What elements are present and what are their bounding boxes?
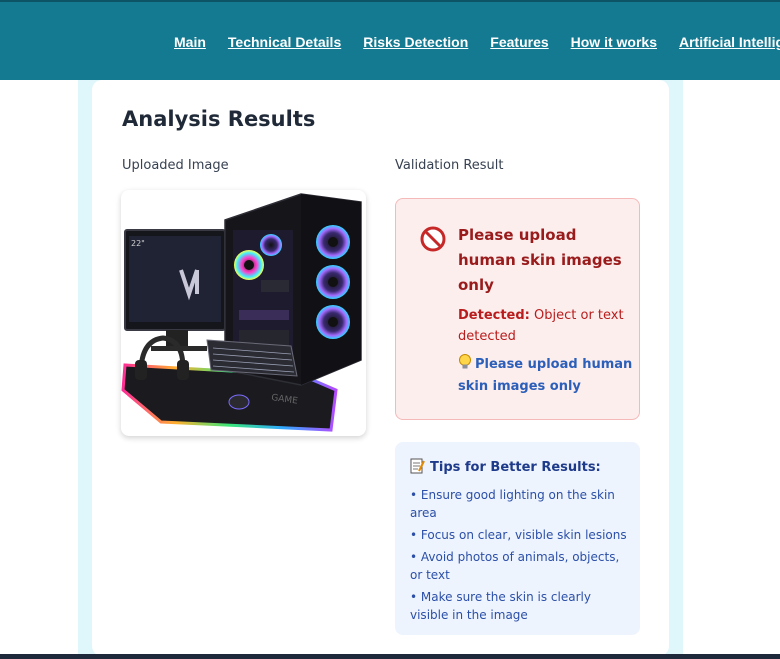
nav-link-artificial-intelligence[interactable]: Artificial Intelligence	[679, 34, 780, 50]
tip-item: • Avoid photos of animals, objects, or t…	[410, 550, 620, 582]
upload-hint: Please upload human skin images only	[458, 354, 633, 398]
nav-link-main[interactable]: Main	[174, 34, 206, 50]
top-nav-bar: Main Technical Details Risks Detection F…	[0, 0, 780, 80]
validation-error-message: Please upload human skin images only	[458, 226, 622, 294]
nav-link-risks-detection[interactable]: Risks Detection	[363, 34, 468, 50]
results-title: Analysis Results	[122, 107, 316, 131]
memo-icon	[410, 458, 425, 474]
tips-heading: Tips for Better Results:	[410, 458, 601, 475]
tips-title: Tips for Better Results:	[430, 460, 601, 475]
nav-link-technical-details[interactable]: Technical Details	[228, 34, 341, 50]
tip-item: • Focus on clear, visible skin lesions	[410, 528, 627, 542]
validation-result-label: Validation Result	[395, 158, 504, 173]
prohibited-icon	[420, 226, 446, 252]
lightbulb-icon	[459, 354, 471, 369]
uploaded-image-label: Uploaded Image	[122, 158, 229, 173]
monitor-size-label: 22"	[131, 239, 145, 248]
tips-list: • Ensure good lighting on the skin area …	[410, 486, 632, 628]
gaming-pc-image: GAME 22"	[121, 193, 362, 432]
nav-link-how-it-works[interactable]: How it works	[571, 34, 657, 50]
detected-text: Detected: Object or text detected	[458, 305, 633, 347]
nav-link-features[interactable]: Features	[490, 34, 548, 50]
uploaded-image-preview: GAME 22"	[121, 190, 366, 436]
bottom-strip	[0, 654, 780, 659]
upload-hint-text: Please upload human skin images only	[458, 357, 633, 394]
tips-box: Tips for Better Results: • Ensure good l…	[395, 442, 640, 635]
tip-item: • Make sure the skin is clearly visible …	[410, 590, 591, 622]
tip-item: • Ensure good lighting on the skin area	[410, 488, 615, 520]
main-nav: Main Technical Details Risks Detection F…	[174, 34, 780, 50]
detected-label: Detected:	[458, 308, 530, 323]
validation-error-box: Please upload human skin images only Det…	[395, 198, 640, 420]
